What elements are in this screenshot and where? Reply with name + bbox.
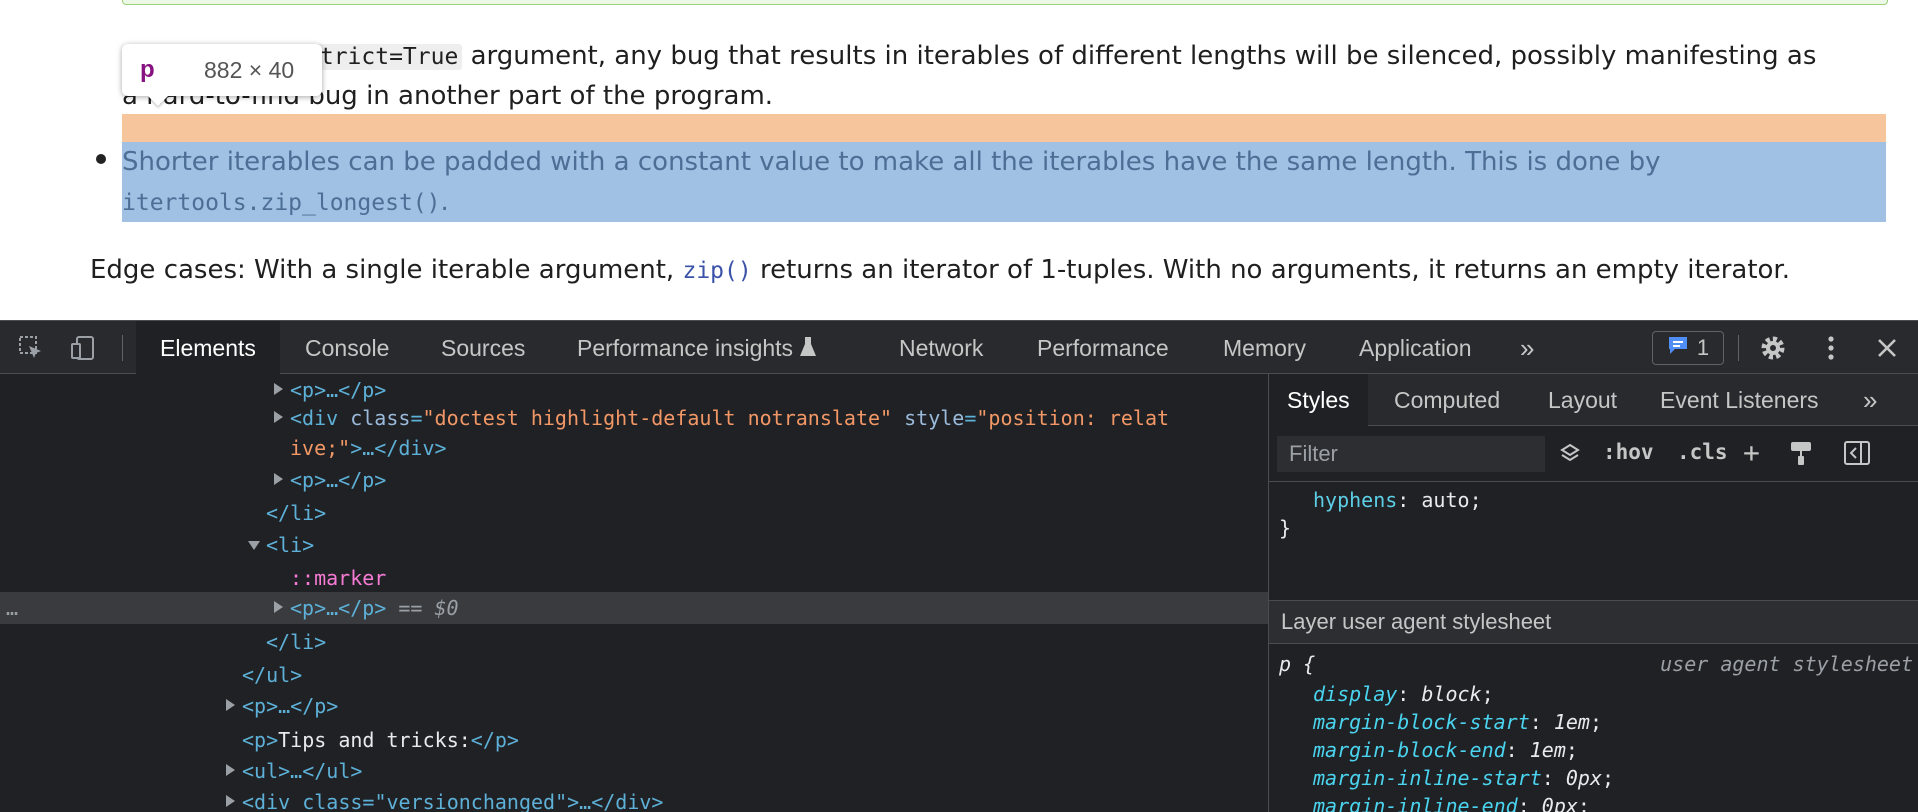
more-sidebar-tabs-chevron-icon[interactable]: »	[1863, 374, 1877, 426]
tab-application[interactable]: Application	[1359, 321, 1472, 375]
layers-icon[interactable]	[1559, 442, 1581, 469]
tree-node[interactable]: <p>…</p>	[0, 690, 1268, 722]
para3-after: returns an iterator of 1-tuples. With no…	[751, 255, 1790, 285]
tab-console[interactable]: Console	[305, 321, 389, 375]
zip-longest-link[interactable]: itertools.zip_longest()	[122, 190, 441, 216]
list-bullet	[96, 154, 106, 164]
tab-performance-insights-label: Performance insights	[577, 335, 794, 361]
para1-text: argument, any bug that results in iterab…	[462, 41, 1817, 71]
tree-node[interactable]: </ul>	[0, 659, 1268, 691]
inspect-element-icon[interactable]	[16, 333, 46, 363]
paragraph-strict-warning: strict=True argument, any bug that resul…	[122, 36, 1890, 116]
message-icon	[1667, 335, 1689, 361]
inspect-tooltip: p 882 × 40	[122, 44, 322, 96]
tree-node[interactable]: <p>…</p>	[0, 464, 1268, 496]
layer-header: Layer user agent stylesheet	[1269, 600, 1918, 644]
tree-node[interactable]: <div class="doctest highlight-default no…	[0, 402, 1268, 434]
tab-performance-insights[interactable]: Performance insights	[577, 321, 817, 375]
tab-memory[interactable]: Memory	[1223, 321, 1306, 375]
css-property[interactable]: hyphens	[1313, 488, 1397, 512]
sidebar-tabs: Styles Computed Layout Event Listeners »	[1269, 374, 1918, 426]
css-value[interactable]: 1em	[1530, 738, 1566, 762]
css-value[interactable]: 0px	[1566, 766, 1602, 790]
tree-node-selected[interactable]: … <p>…</p> == $0	[0, 592, 1268, 624]
para1-line2: a hard-to-find bug in another part of th…	[122, 81, 774, 111]
close-icon[interactable]	[1872, 333, 1902, 363]
tab-network[interactable]: Network	[899, 321, 983, 375]
web-page: strict=True argument, any bug that resul…	[0, 0, 1918, 320]
expand-arrow-icon[interactable]	[274, 383, 283, 395]
tree-node[interactable]: <li>	[0, 529, 1268, 561]
paragraph-zip-longest: Shorter iterables can be padded with a c…	[122, 142, 1886, 222]
devtools-toolbar: Elements Console Sources Performance ins…	[0, 320, 1918, 375]
tooltip-arrow	[148, 96, 168, 106]
toolbar-divider-2	[1738, 335, 1739, 361]
style-rule-previous: hyphens: auto; }	[1279, 488, 1482, 540]
more-tabs-chevron-icon[interactable]: »	[1520, 321, 1534, 375]
tooltip-tag: p	[140, 56, 155, 83]
paint-roller-icon[interactable]	[1789, 440, 1813, 471]
css-property[interactable]: margin-block-end	[1313, 738, 1506, 762]
tab-styles[interactable]: Styles	[1269, 374, 1368, 426]
css-property[interactable]: display	[1313, 682, 1397, 706]
tree-node[interactable]: <p>Tips and tricks:</p>	[0, 724, 1268, 756]
css-property[interactable]: margin-inline-end	[1313, 794, 1518, 812]
tab-elements[interactable]: Elements	[136, 321, 280, 375]
collapse-arrow-icon[interactable]	[248, 541, 260, 550]
device-toolbar-icon[interactable]	[68, 333, 98, 363]
new-style-rule-button[interactable]: +	[1743, 436, 1760, 469]
expand-arrow-icon[interactable]	[226, 795, 235, 807]
tooltip-dimensions: 882 × 40	[204, 56, 295, 83]
styles-filter-bar: :hov .cls +	[1269, 426, 1918, 482]
tree-node[interactable]: <div class="versionchanged">…</div>	[0, 786, 1268, 812]
styles-filter-input[interactable]	[1277, 436, 1545, 472]
node-actions-dots[interactable]: …	[6, 592, 18, 624]
para2-period: .	[440, 187, 449, 217]
css-property[interactable]: margin-inline-start	[1313, 766, 1542, 790]
styles-sidebar: Styles Computed Layout Event Listeners »…	[1268, 374, 1918, 812]
margin-highlight	[122, 114, 1886, 142]
kebab-menu-icon[interactable]	[1816, 333, 1846, 363]
style-rule-user-agent: p {user agent stylesheet display: block;…	[1269, 650, 1918, 812]
paragraph-edge-cases: Edge cases: With a single iterable argum…	[90, 250, 1790, 291]
css-property[interactable]: margin-block-start	[1313, 710, 1530, 734]
flask-icon	[799, 323, 817, 377]
para3-before: Edge cases: With a single iterable argum…	[90, 255, 683, 285]
tab-event-listeners[interactable]: Event Listeners	[1660, 374, 1819, 426]
css-value[interactable]: auto	[1421, 488, 1469, 512]
note-box-edge	[122, 0, 1888, 5]
css-value[interactable]: block	[1421, 682, 1481, 706]
tab-layout[interactable]: Layout	[1548, 374, 1617, 426]
inline-code-strict: strict=True	[302, 44, 463, 70]
tab-computed[interactable]: Computed	[1394, 374, 1500, 426]
toggle-sidebar-icon[interactable]	[1843, 440, 1871, 471]
expand-arrow-icon[interactable]	[226, 764, 235, 776]
zip-link[interactable]: zip()	[682, 258, 751, 284]
tab-performance[interactable]: Performance	[1037, 321, 1169, 375]
expand-arrow-icon[interactable]	[274, 411, 283, 423]
tree-node-continued[interactable]: ive;">…</div>	[0, 432, 1268, 464]
tree-node[interactable]: </li>	[0, 497, 1268, 529]
expand-arrow-icon[interactable]	[274, 601, 283, 613]
stylesheet-source: user agent stylesheet	[1660, 652, 1913, 676]
tree-node[interactable]: <ul>…</ul>	[0, 755, 1268, 787]
css-selector[interactable]: p {	[1279, 652, 1315, 676]
settings-gear-icon[interactable]	[1758, 333, 1788, 363]
css-value[interactable]: 1em	[1554, 710, 1590, 734]
elements-tree[interactable]: <p>…</p> <div class="doctest highlight-d…	[0, 374, 1268, 812]
expand-arrow-icon[interactable]	[226, 699, 235, 711]
toolbar-divider	[122, 335, 123, 361]
css-value[interactable]: 0px	[1542, 794, 1578, 812]
issues-count: 1	[1696, 335, 1710, 360]
para2-line1: Shorter iterables can be padded with a c…	[122, 147, 1661, 177]
toggle-classes-button[interactable]: .cls	[1677, 440, 1728, 464]
devtools-panel: Elements Console Sources Performance ins…	[0, 320, 1918, 812]
tree-node[interactable]: </li>	[0, 626, 1268, 658]
expand-arrow-icon[interactable]	[274, 473, 283, 485]
tree-node[interactable]: ::marker	[0, 562, 1268, 594]
issues-button[interactable]: 1	[1652, 331, 1724, 365]
toggle-hover-state-button[interactable]: :hov	[1603, 440, 1654, 464]
tab-sources[interactable]: Sources	[441, 321, 525, 375]
